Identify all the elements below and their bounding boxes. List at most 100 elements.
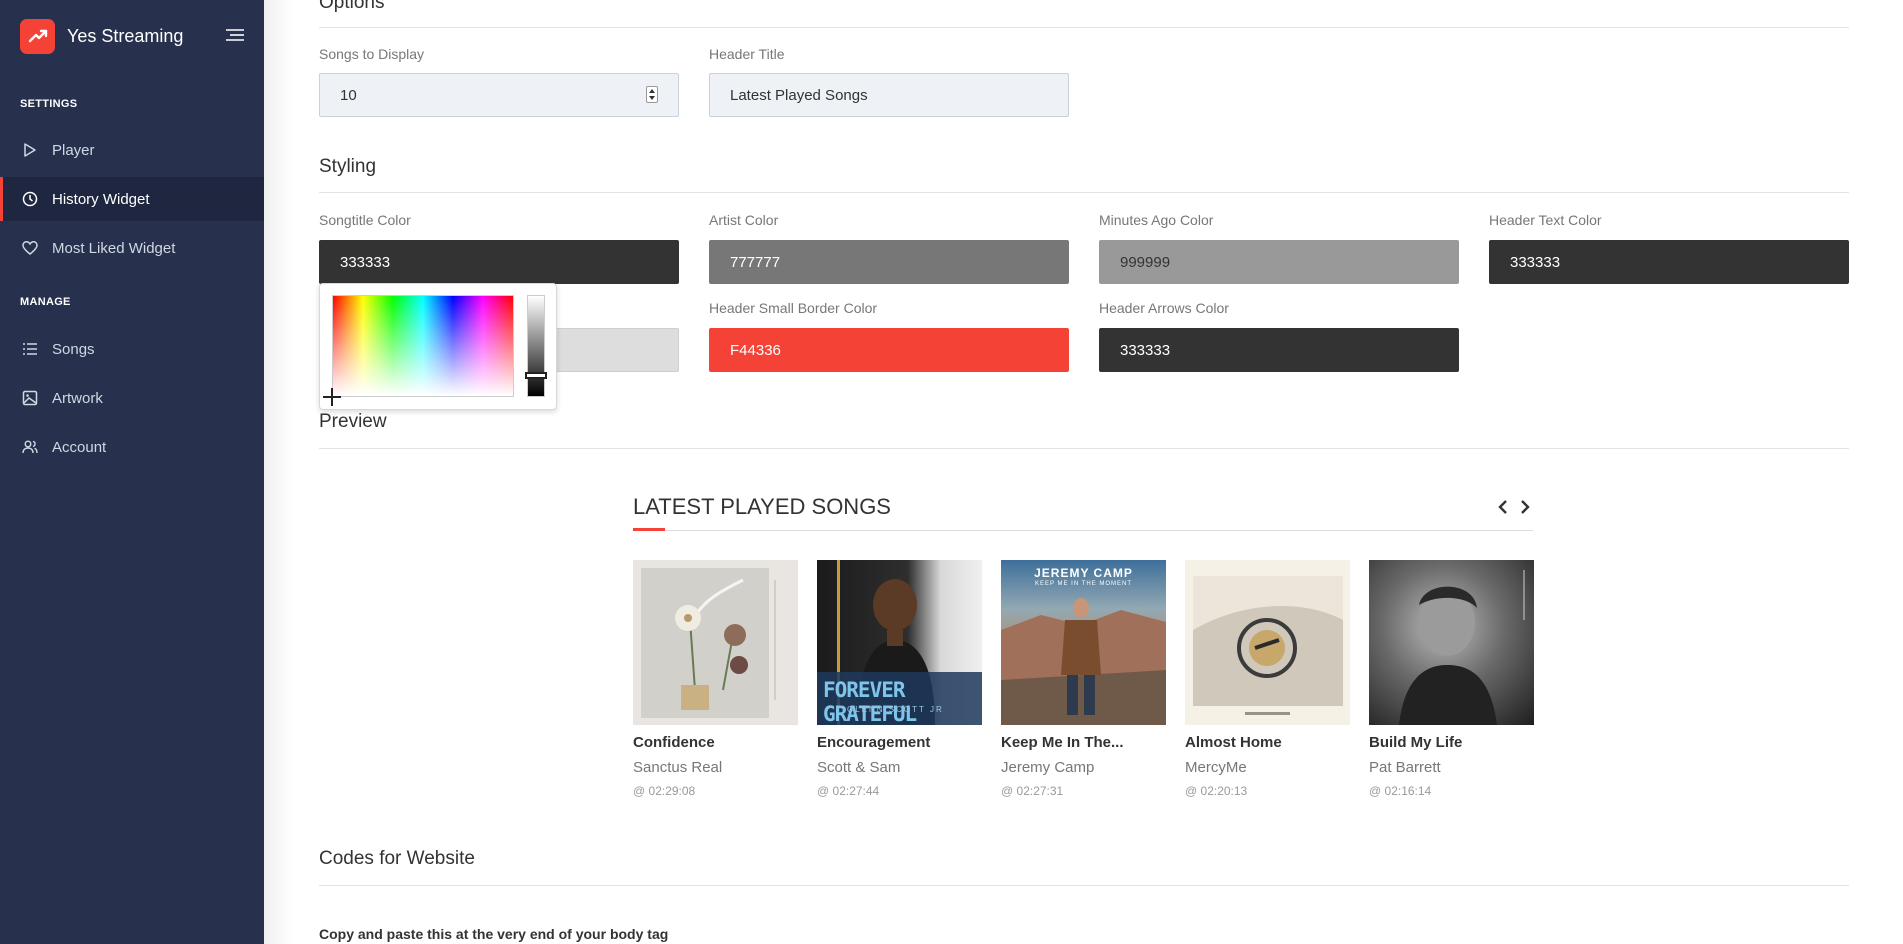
manage-section-label: MANAGE	[20, 296, 71, 308]
sidebar: Yes Streaming SETTINGS Player History Wi…	[0, 0, 264, 944]
play-icon	[24, 143, 36, 157]
sidebar-item-history-widget[interactable]: History Widget	[0, 177, 264, 221]
sidebar-item-label: Account	[52, 438, 107, 456]
artist-color-input[interactable]: 777777	[709, 240, 1069, 284]
album-art-caption: FOREVER GRATEFUL	[823, 678, 917, 725]
header-text-color-label: Header Text Color	[1489, 212, 1602, 228]
options-title: Options	[319, 0, 385, 13]
song-card[interactable]: Confidence Sanctus Real @ 02:29:08	[633, 560, 798, 798]
album-art-keep-me-in-the-moment: JEREMY CAMP KEEP ME IN THE MOMENT	[1001, 560, 1166, 725]
header-small-border-color-label: Header Small Border Color	[709, 300, 878, 316]
widget-header-title: LATEST PLAYED SONGS	[633, 494, 891, 519]
minutes-ago-color-label: Minutes Ago Color	[1099, 212, 1214, 228]
image-icon	[22, 390, 38, 406]
album-art-subcaption: KEEP ME IN THE MOMENT	[1034, 581, 1133, 587]
slider-handle[interactable]	[525, 372, 547, 379]
sidebar-item-artwork[interactable]: Artwork	[0, 376, 264, 420]
artist-color-label: Artist Color	[709, 212, 779, 228]
songs-to-display-label: Songs to Display	[319, 46, 425, 62]
crosshair-icon[interactable]	[331, 388, 333, 406]
preview-title: Preview	[319, 411, 387, 432]
minutes-ago-color-value: 999999	[1120, 253, 1171, 271]
song-title: Build My Life	[1369, 734, 1463, 751]
divider	[319, 885, 1849, 886]
brightness-slider[interactable]	[527, 295, 545, 397]
song-artist: Jeremy Camp	[1001, 759, 1095, 776]
song-time: @ 02:27:44	[817, 784, 880, 798]
songs-to-display-value: 10	[340, 86, 357, 104]
content-shadow	[264, 0, 294, 944]
codes-title: Codes for Website	[319, 848, 475, 869]
song-card[interactable]: Build My Life Pat Barrett @ 02:16:14	[1369, 560, 1534, 798]
color-picker-popup[interactable]	[319, 283, 557, 410]
songtitle-color-label: Songtitle Color	[319, 212, 411, 228]
header-arrows-color-label: Header Arrows Color	[1099, 300, 1229, 316]
header-title-value: Latest Played Songs	[730, 86, 868, 104]
list-icon	[23, 343, 37, 355]
song-artist: Scott & Sam	[817, 759, 901, 776]
trending-up-icon	[20, 18, 55, 54]
song-card[interactable]: JEREMY CAMP KEEP ME IN THE MOMENT Keep M…	[1001, 560, 1166, 798]
app-name: Yes Streaming	[67, 25, 184, 46]
sidebar-item-label: History Widget	[52, 190, 150, 208]
divider	[319, 448, 1849, 449]
styling-title: Styling	[319, 156, 377, 177]
main-content: Options Songs to Display 10 Header Title…	[319, 0, 1849, 944]
header-title-input[interactable]: Latest Played Songs	[709, 73, 1069, 117]
song-card[interactable]: Almost Home MercyMe @ 02:20:13	[1185, 560, 1350, 798]
header-text-color-input[interactable]: 333333	[1489, 240, 1849, 284]
color-saturation-area[interactable]	[332, 295, 514, 397]
minutes-ago-color-input[interactable]: 999999	[1099, 240, 1459, 284]
song-time: @ 02:16:14	[1369, 784, 1432, 798]
sidebar-item-label: Artwork	[52, 389, 103, 407]
sidebar-item-label: Most Liked Widget	[52, 239, 176, 257]
songs-to-display-input[interactable]: 10	[319, 73, 679, 117]
widget-header-border	[633, 530, 1533, 531]
song-title: Encouragement	[817, 734, 931, 751]
songtitle-color-value: 333333	[340, 253, 391, 271]
song-time: @ 02:27:31	[1001, 784, 1064, 798]
sidebar-item-player[interactable]: Player	[0, 128, 264, 172]
header-text-color-value: 333333	[1510, 253, 1561, 271]
users-icon	[22, 440, 38, 454]
heart-icon	[22, 241, 38, 255]
song-artist: Sanctus Real	[633, 759, 723, 776]
number-stepper-icon[interactable]	[646, 86, 658, 103]
song-title: Confidence	[633, 734, 715, 751]
song-time: @ 02:29:08	[633, 784, 696, 798]
album-art-subcaption: GLENN SCOTT JR	[847, 705, 944, 714]
album-art-build-my-life	[1369, 560, 1534, 725]
album-art-confidence	[633, 560, 798, 725]
song-title: Keep Me In The...	[1001, 734, 1124, 751]
divider	[319, 192, 1849, 193]
brand[interactable]: Yes Streaming	[20, 18, 183, 54]
song-artist: Pat Barrett	[1369, 759, 1441, 776]
header-arrows-color-input[interactable]: 333333	[1099, 328, 1459, 372]
menu-toggle-icon[interactable]	[226, 28, 244, 42]
divider	[319, 27, 1849, 28]
header-small-border-color-value: F44336	[730, 341, 781, 359]
header-arrows-color-value: 333333	[1120, 341, 1171, 359]
album-art-almost-home	[1185, 560, 1350, 725]
album-art-caption: JEREMY CAMP	[1034, 566, 1133, 580]
clock-icon	[22, 191, 38, 207]
sidebar-item-most-liked-widget[interactable]: Most Liked Widget	[0, 226, 264, 270]
song-card[interactable]: FOREVER GRATEFUL GLENN SCOTT JR Encourag…	[817, 560, 982, 798]
widget-header-accent	[633, 528, 665, 531]
sidebar-item-songs[interactable]: Songs	[0, 327, 264, 371]
codes-instruction: Copy and paste this at the very end of y…	[319, 926, 669, 942]
sidebar-item-account[interactable]: Account	[0, 425, 264, 469]
settings-section-label: SETTINGS	[20, 98, 78, 110]
song-title: Almost Home	[1185, 734, 1282, 751]
chevron-right-icon[interactable]	[1518, 498, 1532, 516]
sidebar-item-label: Player	[52, 141, 95, 159]
chevron-left-icon[interactable]	[1496, 498, 1510, 516]
header-small-border-color-input[interactable]: F44336	[709, 328, 1069, 372]
sidebar-item-label: Songs	[52, 340, 95, 358]
song-artist: MercyMe	[1185, 759, 1247, 776]
album-art-encouragement: FOREVER GRATEFUL GLENN SCOTT JR	[817, 560, 982, 725]
artist-color-value: 777777	[730, 253, 781, 271]
song-time: @ 02:20:13	[1185, 784, 1248, 798]
songtitle-color-input[interactable]: 333333	[319, 240, 679, 284]
header-title-label: Header Title	[709, 46, 785, 62]
